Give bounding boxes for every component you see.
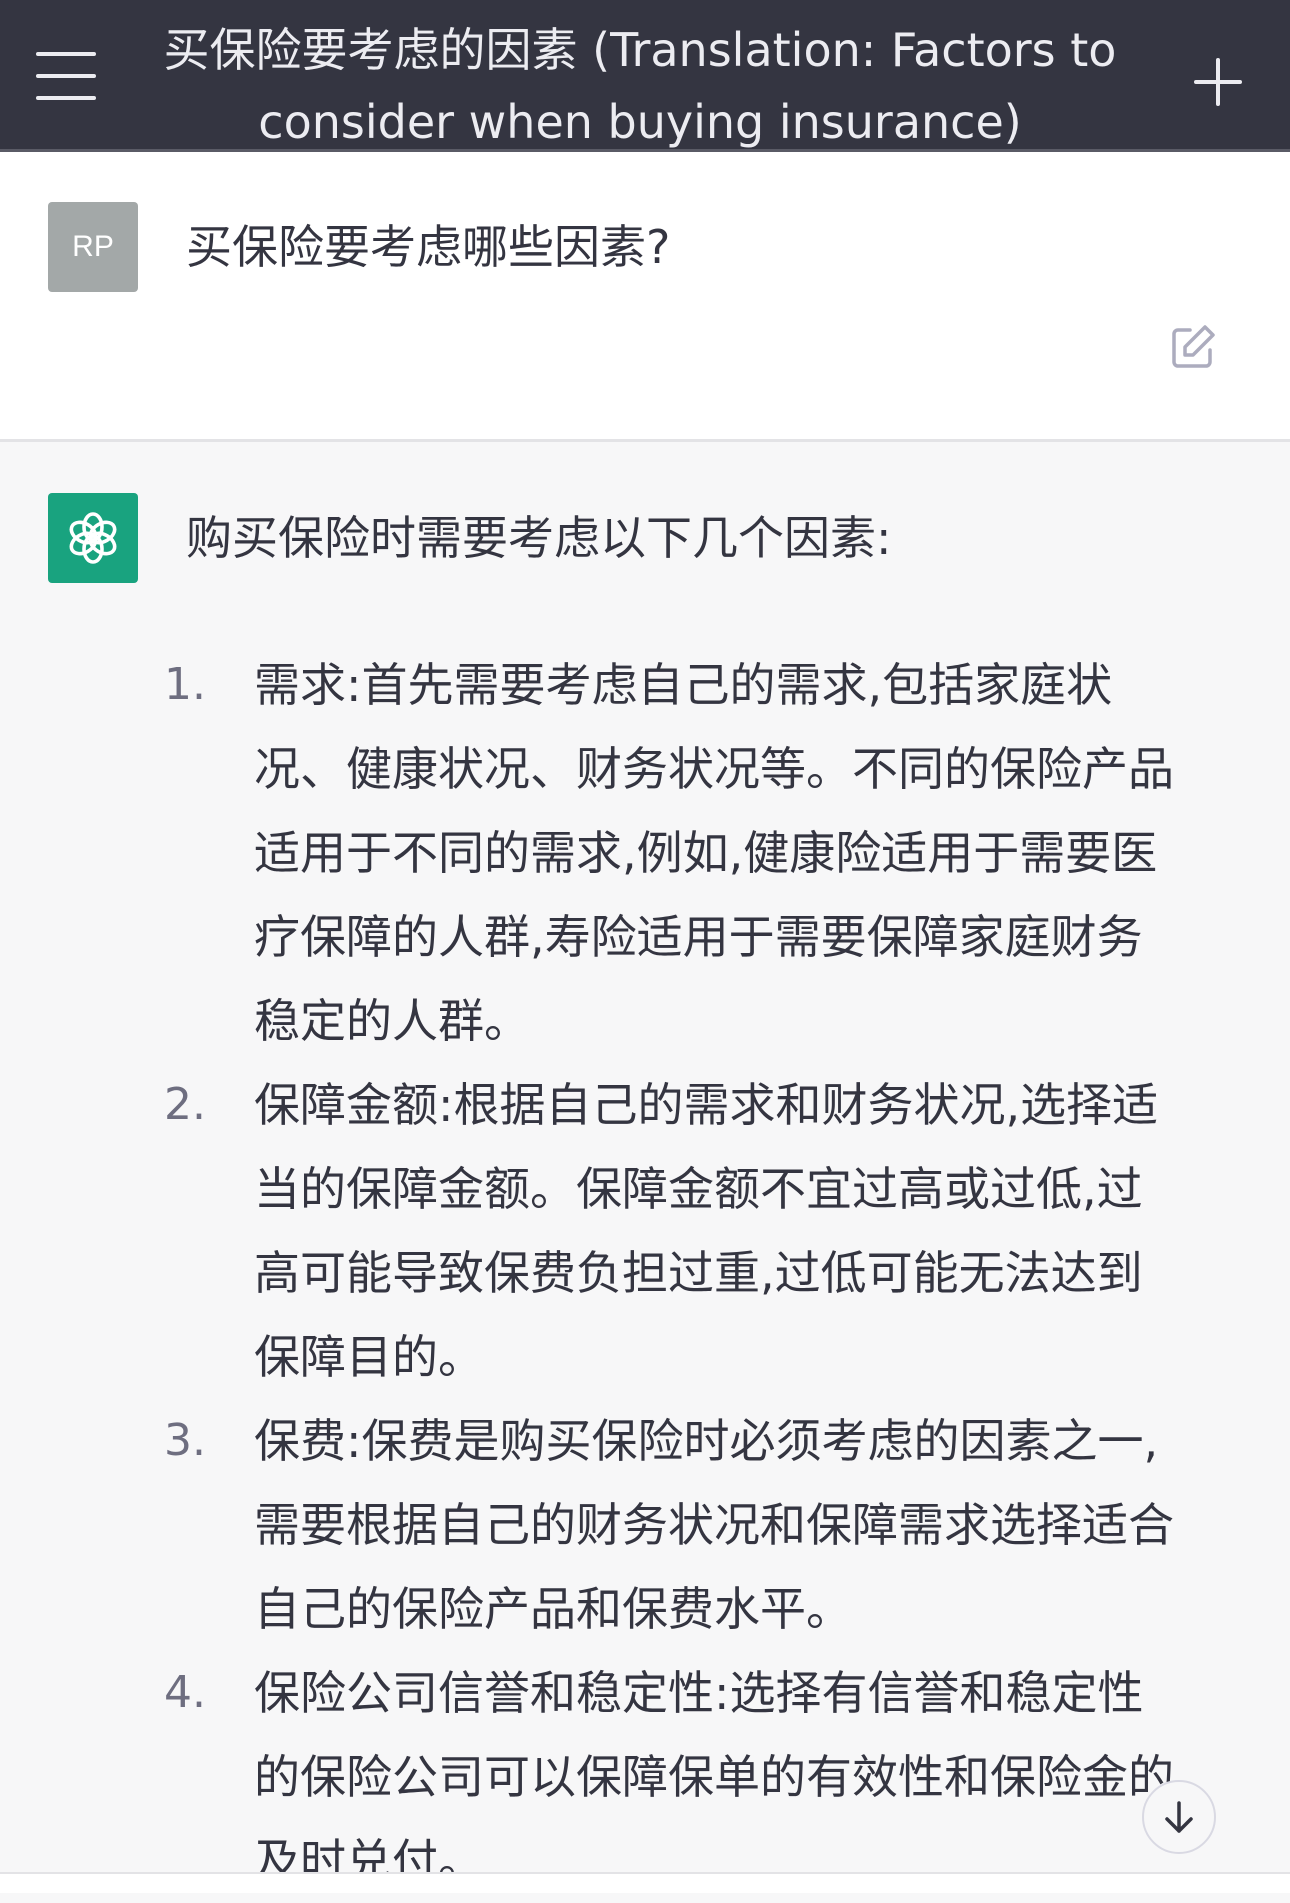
list-item-text: 保费:保费是购买保险时必须考虑的因素之一,需要根据自己的财务状况和保障需求选择适…	[254, 1414, 1174, 1636]
conversation-title: 买保险要考虑的因素 (Translation: Factors to consi…	[163, 23, 1117, 149]
list-item: 4. 保险公司信誉和稳定性:选择有信誉和稳定性的保险公司可以保障保单的有效性和保…	[150, 1651, 1180, 1903]
list-item-text: 需求:首先需要考虑自己的需求,包括家庭状况、健康状况、财务状况等。不同的保险产品…	[254, 658, 1174, 1048]
edit-message-button[interactable]	[1168, 322, 1218, 372]
factor-list: 1. 需求:首先需要考虑自己的需求,包括家庭状况、健康状况、财务状况等。不同的保…	[150, 643, 1180, 1903]
bottom-edge	[0, 1872, 1290, 1893]
list-item-text: 保险公司信誉和稳定性:选择有信誉和稳定性的保险公司可以保障保单的有效性和保险金的…	[254, 1666, 1174, 1888]
list-number: 4.	[164, 1667, 206, 1718]
edit-icon	[1172, 325, 1215, 368]
user-message: RP 买保险要考虑哪些因素?	[0, 152, 1290, 442]
list-number: 2.	[164, 1079, 206, 1130]
list-number: 1.	[164, 659, 206, 710]
top-bar: 买保险要考虑的因素 (Translation: Factors to consi…	[0, 0, 1290, 152]
assistant-message: 购买保险时需要考虑以下几个因素: 1. 需求:首先需要考虑自己的需求,包括家庭状…	[0, 445, 1290, 1888]
user-message-text: 买保险要考虑哪些因素?	[186, 220, 671, 274]
scroll-to-bottom-button[interactable]	[1142, 1780, 1216, 1854]
menu-button[interactable]	[36, 52, 96, 100]
list-item: 1. 需求:首先需要考虑自己的需求,包括家庭状况、健康状况、财务状况等。不同的保…	[150, 643, 1180, 1063]
new-chat-button[interactable]	[1190, 54, 1246, 110]
user-avatar: RP	[48, 202, 138, 292]
list-item: 3. 保费:保费是购买保险时必须考虑的因素之一,需要根据自己的财务状况和保障需求…	[150, 1399, 1180, 1651]
assistant-intro-text: 购买保险时需要考虑以下几个因素:	[186, 511, 892, 565]
list-number: 3.	[164, 1415, 206, 1466]
openai-logo-icon	[69, 512, 117, 564]
arrow-down-icon	[1165, 1801, 1193, 1833]
list-item-text: 保障金额:根据自己的需求和财务状况,选择适当的保障金额。保障金额不宜过高或过低,…	[254, 1078, 1159, 1384]
assistant-avatar	[48, 493, 138, 583]
list-item: 2. 保障金额:根据自己的需求和财务状况,选择适当的保障金额。保障金额不宜过高或…	[150, 1063, 1180, 1399]
